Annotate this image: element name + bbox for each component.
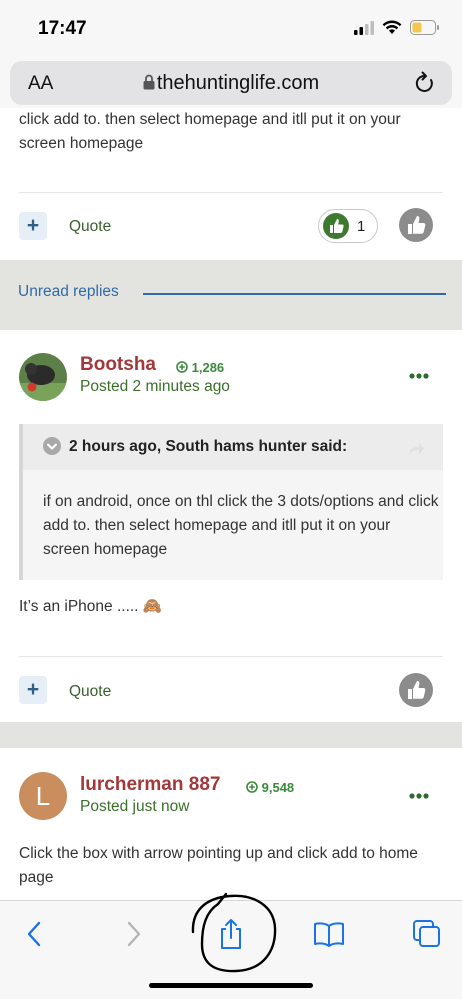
share-icon <box>221 919 241 949</box>
tabs-icon <box>413 920 440 947</box>
back-button[interactable] <box>14 917 54 951</box>
reputation-badge: 1,286 <box>176 360 224 375</box>
divider <box>19 192 443 193</box>
home-indicator <box>149 983 313 988</box>
collapse-quote-icon[interactable] <box>43 437 61 455</box>
back-icon <box>27 921 41 947</box>
quote-body: if on android, once on thl click the 3 d… <box>43 493 439 558</box>
post-timestamp[interactable]: Posted just now <box>80 798 189 816</box>
thumbs-up-icon <box>408 216 426 234</box>
cellular-signal-icon <box>354 20 374 35</box>
reaction-count-button[interactable]: 1 <box>318 209 378 243</box>
post-separator <box>0 722 462 748</box>
like-button[interactable] <box>399 673 433 707</box>
post-body: It’s an iPhone ..... 🙈 <box>19 598 163 615</box>
forward-icon <box>127 921 141 947</box>
reputation-value: 9,548 <box>261 780 295 795</box>
plus-circle-icon <box>176 361 188 373</box>
reload-icon[interactable] <box>414 71 436 95</box>
avatar[interactable]: L <box>19 772 67 820</box>
reputation-value: 1,286 <box>191 360 225 375</box>
battery-icon <box>410 20 439 35</box>
lock-icon <box>143 74 155 90</box>
thumbs-up-icon <box>323 213 349 239</box>
reaction-count: 1 <box>357 218 366 235</box>
address-bar-area: AA thehuntinglife.com <box>0 58 462 108</box>
more-dots-icon <box>409 793 429 799</box>
unread-replies-label: Unread replies <box>18 283 119 300</box>
quote-button[interactable]: Quote <box>69 218 111 236</box>
previous-post-text: click add to. then select homepage and i… <box>19 111 401 152</box>
avatar[interactable] <box>19 353 67 401</box>
quote-attribution: 2 hours ago, South hams hunter said: <box>69 438 348 455</box>
multiquote-add-button[interactable]: + <box>19 676 47 704</box>
post-options-menu[interactable] <box>409 363 429 384</box>
reputation-badge: 9,548 <box>246 780 294 795</box>
page-content: click add to. then select homepage and i… <box>0 108 462 900</box>
post-timestamp[interactable]: Posted 2 minutes ago <box>80 378 230 396</box>
thumbs-up-icon <box>408 681 426 699</box>
quote-block: 2 hours ago, South hams hunter said: if … <box>19 424 443 580</box>
like-button[interactable] <box>399 208 433 242</box>
address-bar[interactable]: AA thehuntinglife.com <box>10 61 452 105</box>
status-time: 17:47 <box>38 18 87 39</box>
bookmarks-icon <box>314 922 344 947</box>
share-button[interactable] <box>211 917 251 951</box>
post-body: Click the box with arrow pointing up and… <box>19 845 418 886</box>
divider <box>19 656 443 657</box>
tabs-button[interactable] <box>407 917 447 951</box>
status-icons <box>354 20 440 35</box>
plus-circle-icon <box>246 781 258 793</box>
url-domain: thehuntinglife.com <box>156 72 320 94</box>
status-bar: 17:47 <box>0 0 462 58</box>
quote-header[interactable]: 2 hours ago, South hams hunter said: <box>23 424 443 470</box>
post-author[interactable]: lurcherman 887 <box>80 774 220 796</box>
more-dots-icon <box>409 373 429 379</box>
forward-button[interactable] <box>114 917 154 951</box>
multiquote-add-button[interactable]: + <box>19 212 47 240</box>
post-author[interactable]: Bootsha <box>80 354 156 376</box>
post-options-menu[interactable] <box>409 783 429 804</box>
wifi-icon <box>382 20 402 34</box>
url-field[interactable]: thehuntinglife.com <box>10 72 452 95</box>
bookmarks-button[interactable] <box>309 917 349 951</box>
quote-button[interactable]: Quote <box>69 683 111 701</box>
go-to-quoted-post-icon[interactable] <box>407 442 425 456</box>
unread-replies-band: Unread replies <box>0 260 462 330</box>
unread-divider-line <box>143 293 446 295</box>
